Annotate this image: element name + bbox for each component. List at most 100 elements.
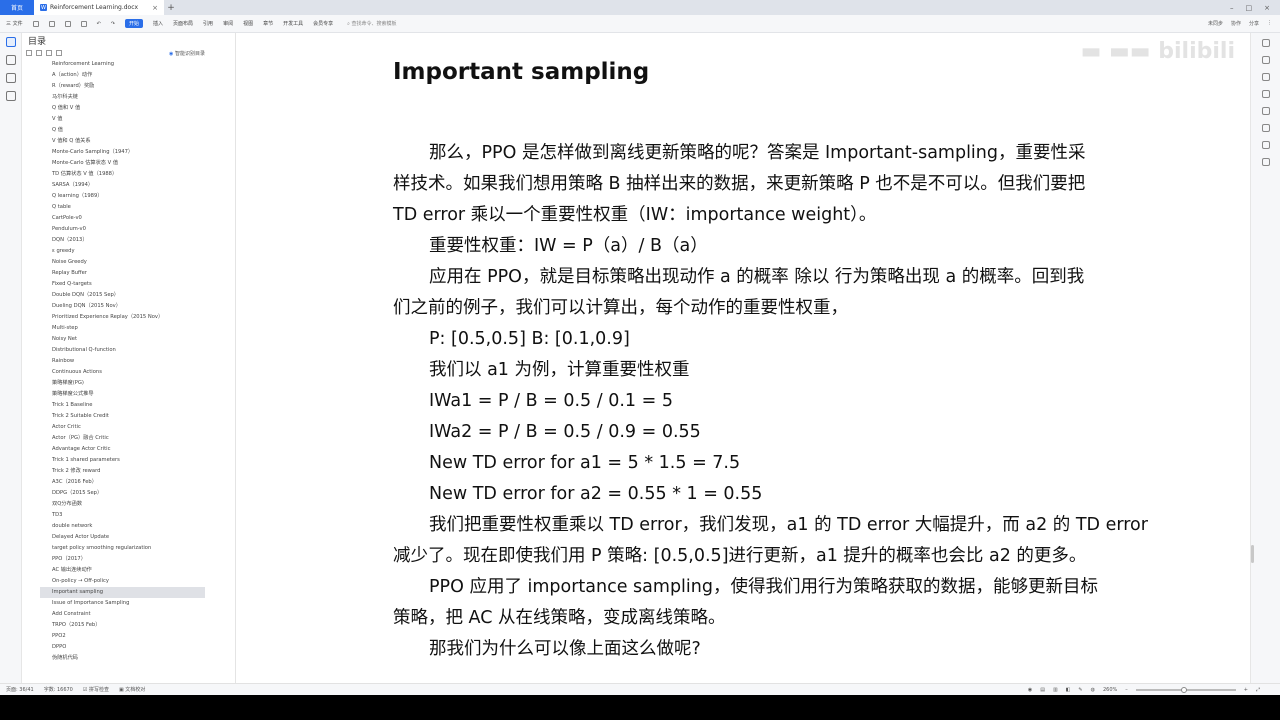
toc-item[interactable]: Prioritized Experience Replay（2015 Nov） bbox=[22, 312, 235, 323]
toc-item[interactable]: Q learning（1989） bbox=[22, 191, 235, 202]
toc-item[interactable]: double network bbox=[22, 521, 235, 532]
toc-item[interactable]: Dueling DQN（2015 Nov） bbox=[22, 301, 235, 312]
minimize-icon[interactable]: – bbox=[1230, 4, 1234, 12]
cursor-icon[interactable] bbox=[1261, 73, 1270, 81]
toc-item[interactable]: DDPG（2015 Sep） bbox=[22, 488, 235, 499]
toc-item[interactable]: Q 值和 V 值 bbox=[22, 103, 235, 114]
undo-icon[interactable]: ↶ bbox=[97, 21, 101, 27]
fullscreen-icon[interactable]: ⤢ bbox=[1256, 687, 1260, 693]
tab-document[interactable]: W Reinforcement Learning.docx × bbox=[34, 0, 164, 15]
toc-item[interactable]: SARSA（1994） bbox=[22, 180, 235, 191]
toc-item[interactable]: TD3 bbox=[22, 510, 235, 521]
toc-item[interactable]: 伪随机代码 bbox=[22, 653, 235, 664]
scrollbar-thumb[interactable] bbox=[1251, 545, 1254, 563]
document-area[interactable]: ▬ ▬▬ bilibili Important sampling ⊞· 那么，P… bbox=[236, 33, 1250, 683]
document-body[interactable]: 那么，PPO 是怎样做到离线更新策略的呢？答案是 Important-sampl… bbox=[393, 138, 1148, 665]
toc-item[interactable]: PPO2 bbox=[22, 631, 235, 642]
command-search[interactable]: ⌕ 查找命令、搜索模板 bbox=[347, 20, 396, 27]
toc-item[interactable]: Pendulum-v0 bbox=[22, 224, 235, 235]
toc-item[interactable]: Add Constraint bbox=[22, 609, 235, 620]
image-icon[interactable] bbox=[1261, 90, 1270, 98]
toc-item[interactable]: Advantage Actor Critic bbox=[22, 444, 235, 455]
zoom-level[interactable]: 260% bbox=[1103, 687, 1117, 693]
zoom-in-icon[interactable]: + bbox=[1244, 687, 1248, 693]
toc-item[interactable]: R（reward）奖励 bbox=[22, 81, 235, 92]
toc-item[interactable]: Trick 1 Baseline bbox=[22, 400, 235, 411]
menu-references[interactable]: 引用 bbox=[203, 20, 213, 27]
select-icon[interactable] bbox=[1261, 39, 1270, 47]
menu-page-layout[interactable]: 页面布局 bbox=[173, 20, 193, 27]
zoom-slider-knob[interactable] bbox=[1180, 686, 1187, 693]
globe-icon[interactable]: ◍ bbox=[1091, 687, 1095, 693]
find-icon[interactable] bbox=[5, 91, 16, 101]
layout-icon[interactable] bbox=[1261, 124, 1270, 132]
settings-icon[interactable] bbox=[1261, 141, 1270, 149]
toc-item[interactable]: DQN（2013） bbox=[22, 235, 235, 246]
toc-item[interactable]: Continuous Actions bbox=[22, 367, 235, 378]
toc-item[interactable]: ε greedy bbox=[22, 246, 235, 257]
proofread[interactable]: ▣ 文档校对 bbox=[119, 686, 145, 693]
sync-status-button[interactable]: 未同步 bbox=[1208, 20, 1223, 27]
share-button[interactable]: 分享 bbox=[1249, 20, 1259, 27]
bookmark-icon[interactable] bbox=[5, 73, 16, 83]
toc-item[interactable]: Q 值 bbox=[22, 125, 235, 136]
collaborate-button[interactable]: 协作 bbox=[1231, 20, 1241, 27]
toc-item[interactable]: PPO（2017） bbox=[22, 554, 235, 565]
toc-item[interactable]: Delayed Actor Update bbox=[22, 532, 235, 543]
toc-item[interactable]: Q table bbox=[22, 202, 235, 213]
toc-item[interactable]: V 值和 Q 值关系 bbox=[22, 136, 235, 147]
toc-item[interactable]: 策略梯度(PG) bbox=[22, 378, 235, 389]
toc-remove-icon[interactable] bbox=[56, 50, 62, 56]
add-tab-icon[interactable]: + bbox=[164, 3, 178, 13]
more-icon[interactable]: ⋮ bbox=[1267, 20, 1272, 27]
pen-icon[interactable] bbox=[1261, 107, 1270, 115]
menu-section[interactable]: 章节 bbox=[263, 20, 273, 27]
open-icon[interactable] bbox=[48, 20, 55, 27]
toc-item[interactable]: Fixed Q-targets bbox=[22, 279, 235, 290]
toc-item[interactable]: Reinforcement Learning bbox=[22, 59, 235, 70]
toc-item[interactable]: target policy smoothing regularization bbox=[22, 543, 235, 554]
toc-item[interactable]: Noise Greedy bbox=[22, 257, 235, 268]
page-view-icon[interactable]: ▤ bbox=[1040, 687, 1045, 693]
menu-member[interactable]: 会员专享 bbox=[313, 20, 333, 27]
toc-collapse-icon[interactable] bbox=[26, 50, 32, 56]
help-icon[interactable] bbox=[1261, 158, 1270, 166]
web-view-icon[interactable]: ◧ bbox=[1066, 687, 1071, 693]
toc-item[interactable]: Distributional Q-function bbox=[22, 345, 235, 356]
menu-view[interactable]: 视图 bbox=[243, 20, 253, 27]
navigation-icon[interactable] bbox=[5, 55, 16, 65]
page-count[interactable]: 页面: 36/41 bbox=[6, 686, 34, 693]
toc-item[interactable]: CartPole-v0 bbox=[22, 213, 235, 224]
toc-item[interactable]: Monte-Carlo 估算状态 V 值 bbox=[22, 158, 235, 169]
toc-item[interactable]: Monte-Carlo Sampling（1947） bbox=[22, 147, 235, 158]
toc-item[interactable]: TD 估算状态 V 值（1988） bbox=[22, 169, 235, 180]
maximize-icon[interactable]: □ bbox=[1246, 4, 1253, 12]
toc-item[interactable]: V 值 bbox=[22, 114, 235, 125]
smart-toc-button[interactable]: ◉ 智能识别目录 bbox=[169, 50, 205, 57]
document-page[interactable]: Important sampling ⊞· 那么，PPO 是怎样做到离线更新策略… bbox=[391, 33, 1148, 683]
toc-item[interactable]: Actor Critic bbox=[22, 422, 235, 433]
toc-item[interactable]: A（action）动作 bbox=[22, 70, 235, 81]
close-window-icon[interactable]: × bbox=[1264, 4, 1270, 12]
toc-item[interactable]: 马尔科夫链 bbox=[22, 92, 235, 103]
menu-insert[interactable]: 插入 bbox=[153, 20, 163, 27]
preview-icon[interactable] bbox=[80, 20, 87, 27]
toc-item[interactable]: DPPO bbox=[22, 642, 235, 653]
tab-home[interactable]: 首页 bbox=[0, 0, 34, 15]
toc-item[interactable]: Trick 2 Suitable Credit bbox=[22, 411, 235, 422]
toc-item[interactable]: Multi-step bbox=[22, 323, 235, 334]
print-icon[interactable] bbox=[64, 20, 71, 27]
toc-item[interactable]: Replay Buffer bbox=[22, 268, 235, 279]
close-icon[interactable]: × bbox=[152, 4, 158, 12]
toc-expand-icon[interactable] bbox=[36, 50, 42, 56]
menu-developer[interactable]: 开发工具 bbox=[283, 20, 303, 27]
toc-item[interactable]: Issue of Importance Sampling bbox=[22, 598, 235, 609]
menu-review[interactable]: 审阅 bbox=[223, 20, 233, 27]
toc-add-icon[interactable] bbox=[46, 50, 52, 56]
zoom-slider[interactable] bbox=[1135, 686, 1236, 693]
toc-item[interactable]: Actor（PG）融合 Critic bbox=[22, 433, 235, 444]
redo-icon[interactable]: ↷ bbox=[111, 21, 115, 27]
toc-item[interactable]: Trick 1 shared parameters bbox=[22, 455, 235, 466]
toc-item[interactable]: 策略梯度公式推导 bbox=[22, 389, 235, 400]
menu-file[interactable]: 三 文件 bbox=[6, 20, 23, 27]
